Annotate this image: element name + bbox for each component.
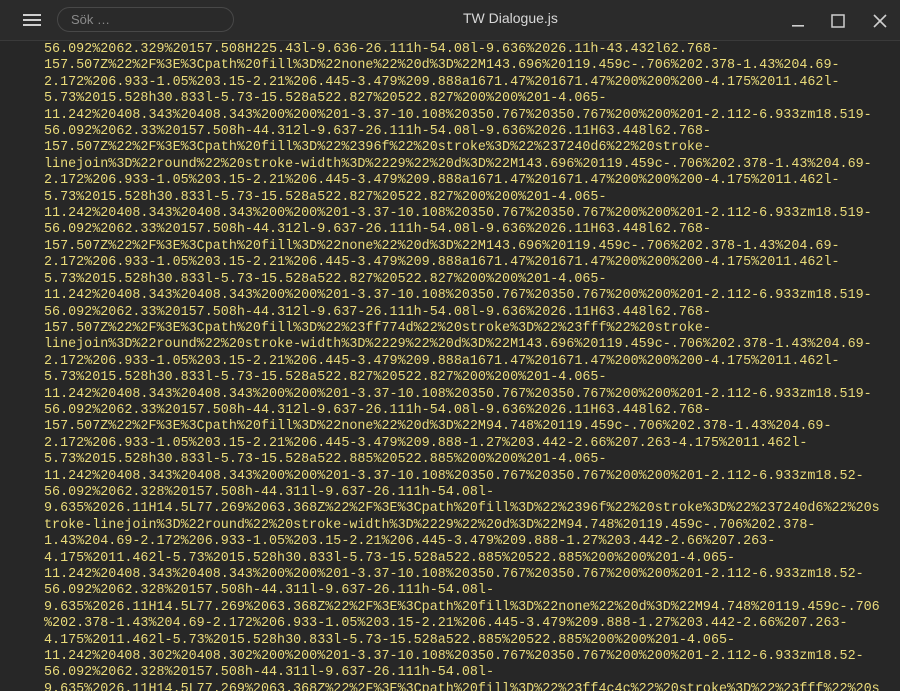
minimize-icon [792, 25, 804, 27]
close-icon [873, 14, 887, 28]
code-line: 5.73%2015.528h30.833l-5.73-15.528a522.82… [44, 91, 607, 107]
window-title: TW Dialogue.js [463, 10, 558, 26]
code-line: 157.507Z%22%2F%3E%3Cpath%20fill%3D%22%23… [44, 320, 711, 336]
code-line: 4.175%2011.462l-5.73%2015.528h30.833l-5.… [44, 632, 736, 648]
code-line: 2.172%206.933-1.05%203.15-2.21%206.445-3… [44, 435, 808, 451]
code-line: 5.73%2015.528h30.833l-5.73-15.528a522.82… [44, 271, 607, 287]
code-line: 2.172%206.933-1.05%203.15-2.21%206.445-3… [44, 74, 840, 90]
code-line: linejoin%3D%22round%22%20stroke-width%3D… [44, 337, 872, 353]
code-line: 56.092%2062.328%20157.508h-44.311l-9.637… [44, 484, 494, 500]
code-line: 56.092%2062.33%20157.508h-44.312l-9.637-… [44, 222, 711, 238]
code-line: 1.43%204.69-2.172%206.933-1.05%203.15-2.… [44, 534, 776, 550]
menu-button[interactable] [14, 8, 50, 32]
code-line: 5.73%2015.528h30.833l-5.73-15.528a522.82… [44, 370, 607, 386]
code-line: 2.172%206.933-1.05%203.15-2.21%206.445-3… [44, 353, 840, 369]
close-button[interactable] [865, 8, 895, 34]
code-line: 56.092%2062.33%20157.508h-44.312l-9.637-… [44, 124, 711, 140]
code-line: 11.242%20408.343%20408.343%200%200%201-3… [44, 288, 872, 304]
minimize-button[interactable] [783, 8, 813, 34]
code-line: 157.507Z%22%2F%3E%3Cpath%20fill%3D%22non… [44, 419, 832, 435]
code-line: 2.172%206.933-1.05%203.15-2.21%206.445-3… [44, 173, 840, 189]
search-input[interactable] [57, 7, 234, 32]
code-line: 56.092%2062.33%20157.508h-44.312l-9.637-… [44, 402, 711, 418]
text-content[interactable]: 56.092%2062.329%20157.508H225.43l-9.636-… [44, 42, 900, 691]
code-line: 157.507Z%22%2F%3E%3Cpath%20fill%3D%22non… [44, 238, 840, 254]
code-line: 4.175%2011.462l-5.73%2015.528h30.833l-5.… [44, 550, 736, 566]
code-line: 56.092%2062.328%20157.508h-44.311l-9.637… [44, 665, 494, 681]
code-line: 11.242%20408.343%20408.343%200%200%201-3… [44, 468, 864, 484]
title-bar: TW Dialogue.js [0, 0, 900, 41]
code-line: 56.092%2062.33%20157.508h-44.312l-9.637-… [44, 304, 711, 320]
code-line: 5.73%2015.528h30.833l-5.73-15.528a522.88… [44, 452, 607, 468]
code-line: 56.092%2062.329%20157.508H225.43l-9.636-… [44, 42, 719, 57]
code-line: 157.507Z%22%2F%3E%3Cpath%20fill%3D%22non… [44, 58, 840, 74]
hamburger-icon [23, 14, 41, 26]
code-line: 11.242%20408.302%20408.302%200%200%201-3… [44, 649, 864, 665]
code-line: %202.378-1.43%204.69-2.172%206.933-1.05%… [44, 616, 848, 632]
code-line: troke-linejoin%3D%22round%22%20stroke-wi… [44, 517, 816, 533]
code-line: 11.242%20408.343%20408.343%200%200%201-3… [44, 206, 872, 222]
code-line: linejoin%3D%22round%22%20stroke-width%3D… [44, 156, 872, 172]
code-line: 2.172%206.933-1.05%203.15-2.21%206.445-3… [44, 255, 840, 271]
code-line: 157.507Z%22%2F%3E%3Cpath%20fill%3D%22%23… [44, 140, 711, 156]
code-line: 11.242%20408.343%20408.343%200%200%201-3… [44, 567, 864, 582]
maximize-button[interactable] [823, 8, 853, 34]
app-window: TW Dialogue.js 56.092%2062.329%20157.508… [0, 0, 900, 691]
maximize-icon [831, 14, 845, 28]
code-line: 56.092%2062.328%20157.508h-44.311l-9.637… [44, 583, 494, 599]
code-line: 9.635%2026.11H14.5L77.269%2063.368Z%22%2… [44, 599, 880, 615]
code-line: 9.635%2026.11H14.5L77.269%2063.368Z%22%2… [44, 501, 880, 517]
code-line: 5.73%2015.528h30.833l-5.73-15.528a522.82… [44, 189, 607, 205]
code-line: 11.242%20408.343%20408.343%200%200%201-3… [44, 386, 872, 402]
code-line: 11.242%20408.343%20408.343%200%200%201-3… [44, 107, 872, 123]
code-line: 9.635%2026.11H14.5L77.269%2063.368Z%22%2… [44, 681, 880, 691]
